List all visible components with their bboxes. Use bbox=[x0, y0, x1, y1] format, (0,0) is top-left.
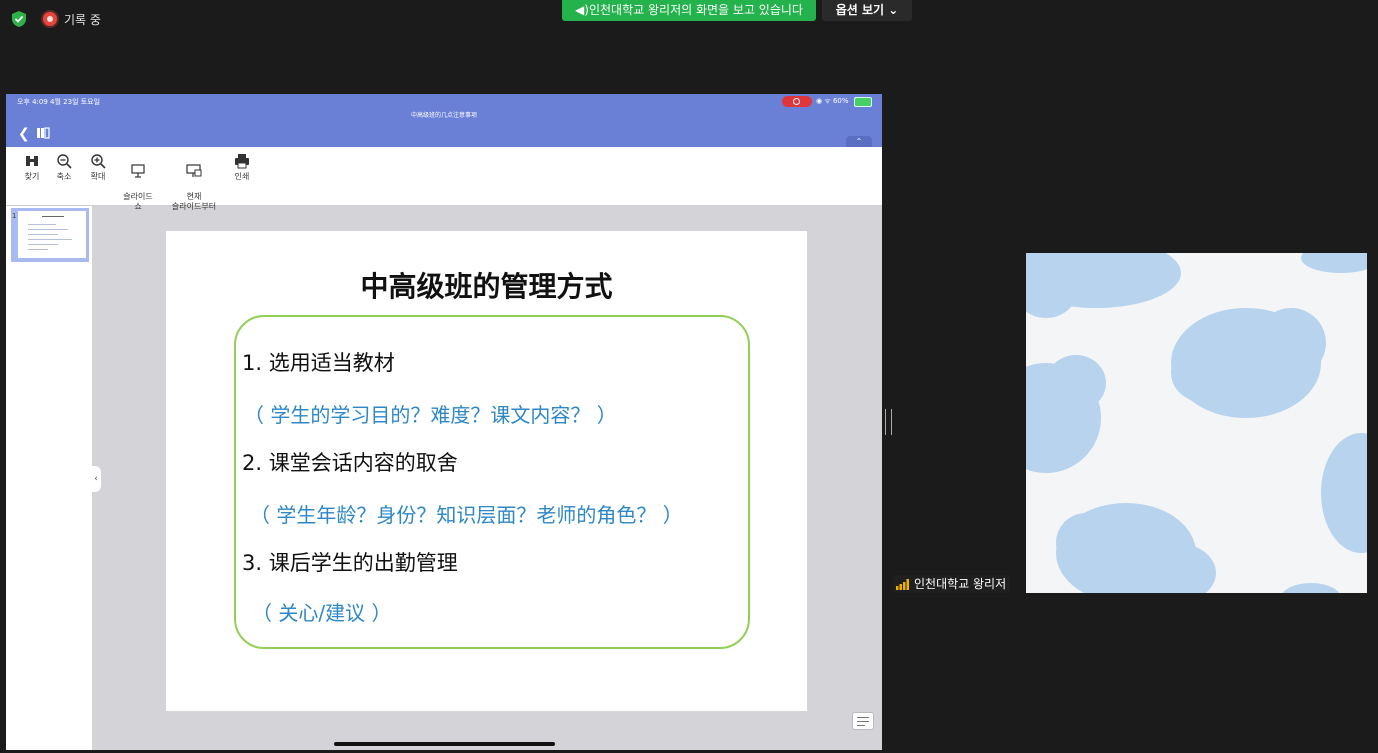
screen-share-banner: ◀)인천대학교 왕리저의 화면을 보고 있습니다 bbox=[562, 0, 816, 21]
participant-name-tag: 인천대학교 왕리저 bbox=[893, 575, 1011, 593]
slideshow-label: 슬라이드 쇼 bbox=[123, 192, 153, 211]
zoom-in-label: 확대 bbox=[90, 172, 106, 181]
slideshow-current-icon bbox=[186, 164, 202, 177]
zoom-in-icon bbox=[91, 154, 106, 169]
shared-screen: 오후 4:09 4월 23일 토요일 ◉ ᯤ 60% 中高级班的几点注意事项 ❮… bbox=[6, 94, 882, 750]
slide-item-3: 3. 课后学生的出勤管理 bbox=[242, 551, 458, 575]
battery-icon bbox=[854, 97, 872, 107]
print-icon bbox=[235, 154, 249, 169]
find-button[interactable]: 찾기 bbox=[20, 153, 44, 182]
slide-item-2: 2. 课堂会话内容的取舍 bbox=[242, 451, 458, 475]
status-indicators: ◉ ᯤ 60% bbox=[782, 96, 874, 108]
slide-item-1: 1. 选用适当教材 bbox=[242, 351, 395, 375]
share-banner-text: 인천대학교 왕리저의 화면을 보고 있습니다 bbox=[588, 3, 803, 17]
slideshow-button[interactable]: 슬라이드 쇼 bbox=[118, 153, 158, 212]
slideshow-icon bbox=[131, 164, 145, 178]
slide-content-box: 1. 选用适当教材 （ 学生的学习目的？难度？课文内容？ ） 2. 课堂会话内容… bbox=[234, 315, 750, 649]
participant-video[interactable] bbox=[1026, 253, 1367, 593]
slide: 中高级班的管理方式 1. 选用适当教材 （ 学生的学习目的？难度？课文内容？ ）… bbox=[166, 231, 807, 711]
back-icon[interactable]: ❮ bbox=[18, 126, 30, 142]
thumb-line bbox=[42, 216, 64, 217]
zoom-out-button[interactable]: 축소 bbox=[52, 153, 76, 182]
thumb-line bbox=[28, 229, 68, 230]
slide-thumbnail[interactable] bbox=[11, 208, 89, 262]
status-time: 오후 4:09 4월 23일 토요일 bbox=[17, 98, 101, 106]
toolbar: 찾기 축소 확대 슬라이드 쇼 현재 슬라이드부터 인쇄 bbox=[6, 147, 882, 211]
find-label: 찾기 bbox=[24, 172, 40, 181]
shield-icon[interactable] bbox=[10, 10, 28, 28]
thumb-line bbox=[28, 249, 48, 250]
participant-name: 인천대학교 왕리저 bbox=[914, 577, 1007, 591]
zoom-out-label: 축소 bbox=[56, 172, 72, 181]
ipad-header bbox=[6, 94, 882, 147]
recording-label: 기록 중 bbox=[64, 13, 101, 27]
thumb-line bbox=[28, 244, 58, 245]
print-label: 인쇄 bbox=[234, 172, 250, 181]
slideshow-current-button[interactable]: 현재 슬라이드부터 bbox=[168, 153, 220, 212]
speaker-icon: ◀) bbox=[575, 3, 589, 17]
print-button[interactable]: 인쇄 bbox=[230, 153, 254, 182]
slide-subitem-1: （ 学生的学习目的？难度？课文内容？ ） bbox=[244, 403, 617, 427]
notes-icon[interactable] bbox=[852, 712, 874, 730]
zoom-out-icon bbox=[57, 154, 72, 169]
slideshow-current-label: 현재 슬라이드부터 bbox=[171, 192, 217, 211]
slide-subitem-3: （ 关心/建议 ） bbox=[252, 601, 392, 625]
library-icon[interactable] bbox=[36, 127, 50, 139]
home-indicator[interactable] bbox=[334, 742, 555, 746]
cloud-pattern-image bbox=[1026, 253, 1367, 593]
zoom-in-button[interactable]: 확대 bbox=[86, 153, 110, 182]
slide-subitem-2: （ 学生年龄？身份？知识层面？老师的角色？ ） bbox=[250, 503, 683, 527]
view-options-label: 옵션 보기 bbox=[835, 3, 885, 17]
binoculars-icon bbox=[26, 156, 38, 166]
status-battery-text: ◉ ᯤ 60% bbox=[816, 97, 849, 105]
screen-record-icon bbox=[782, 96, 812, 107]
thumb-line bbox=[28, 234, 58, 235]
thumb-line bbox=[28, 224, 56, 225]
view-options-button[interactable]: 옵션 보기 ⌄ bbox=[822, 0, 912, 21]
thumb-line bbox=[28, 239, 72, 240]
slide-title: 中高级班的管理方式 bbox=[360, 270, 613, 303]
document-title: 中高级班的几点注意事项 bbox=[410, 112, 477, 119]
thumbnail-number: 1 bbox=[12, 212, 17, 220]
collapse-toolbar-button[interactable]: ⌃ bbox=[846, 136, 872, 147]
slide-thumbnail-panel bbox=[6, 206, 92, 750]
signal-strength-icon bbox=[896, 579, 909, 590]
recording-icon[interactable] bbox=[43, 12, 57, 26]
panel-toggle-handle[interactable]: ‹ bbox=[91, 466, 101, 492]
split-divider-handle[interactable] bbox=[885, 409, 892, 435]
chevron-down-icon: ⌄ bbox=[888, 3, 899, 17]
thumbnail-preview bbox=[18, 211, 86, 258]
